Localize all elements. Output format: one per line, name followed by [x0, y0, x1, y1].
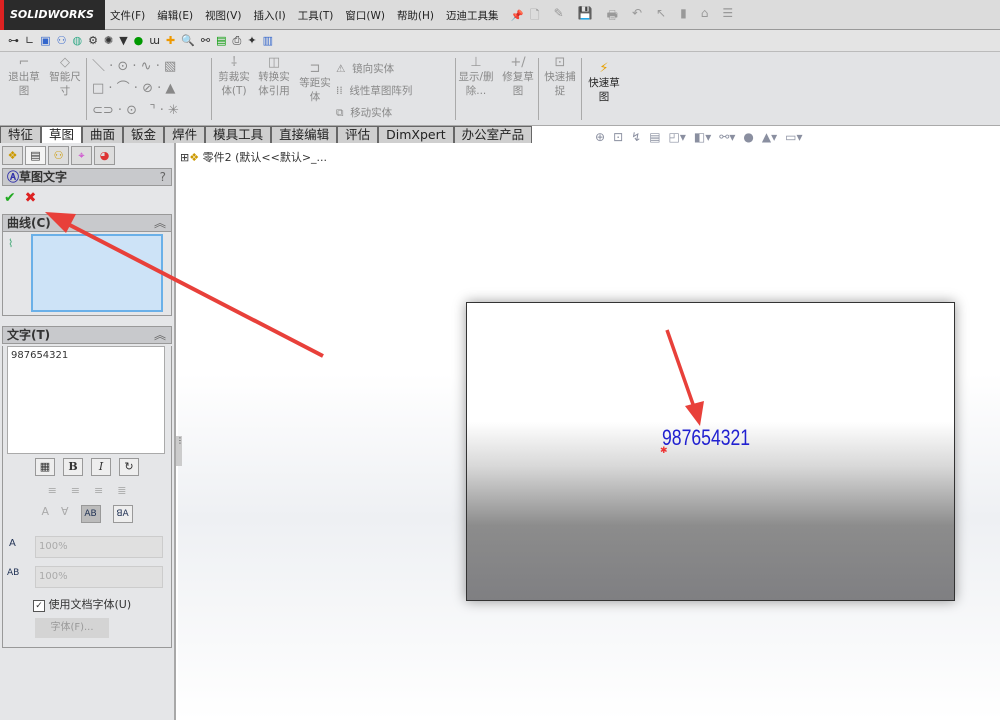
red-arrow-to-cancel	[45, 212, 324, 358]
annotation-arrows	[45, 212, 704, 426]
red-arrow-to-text	[665, 329, 704, 426]
